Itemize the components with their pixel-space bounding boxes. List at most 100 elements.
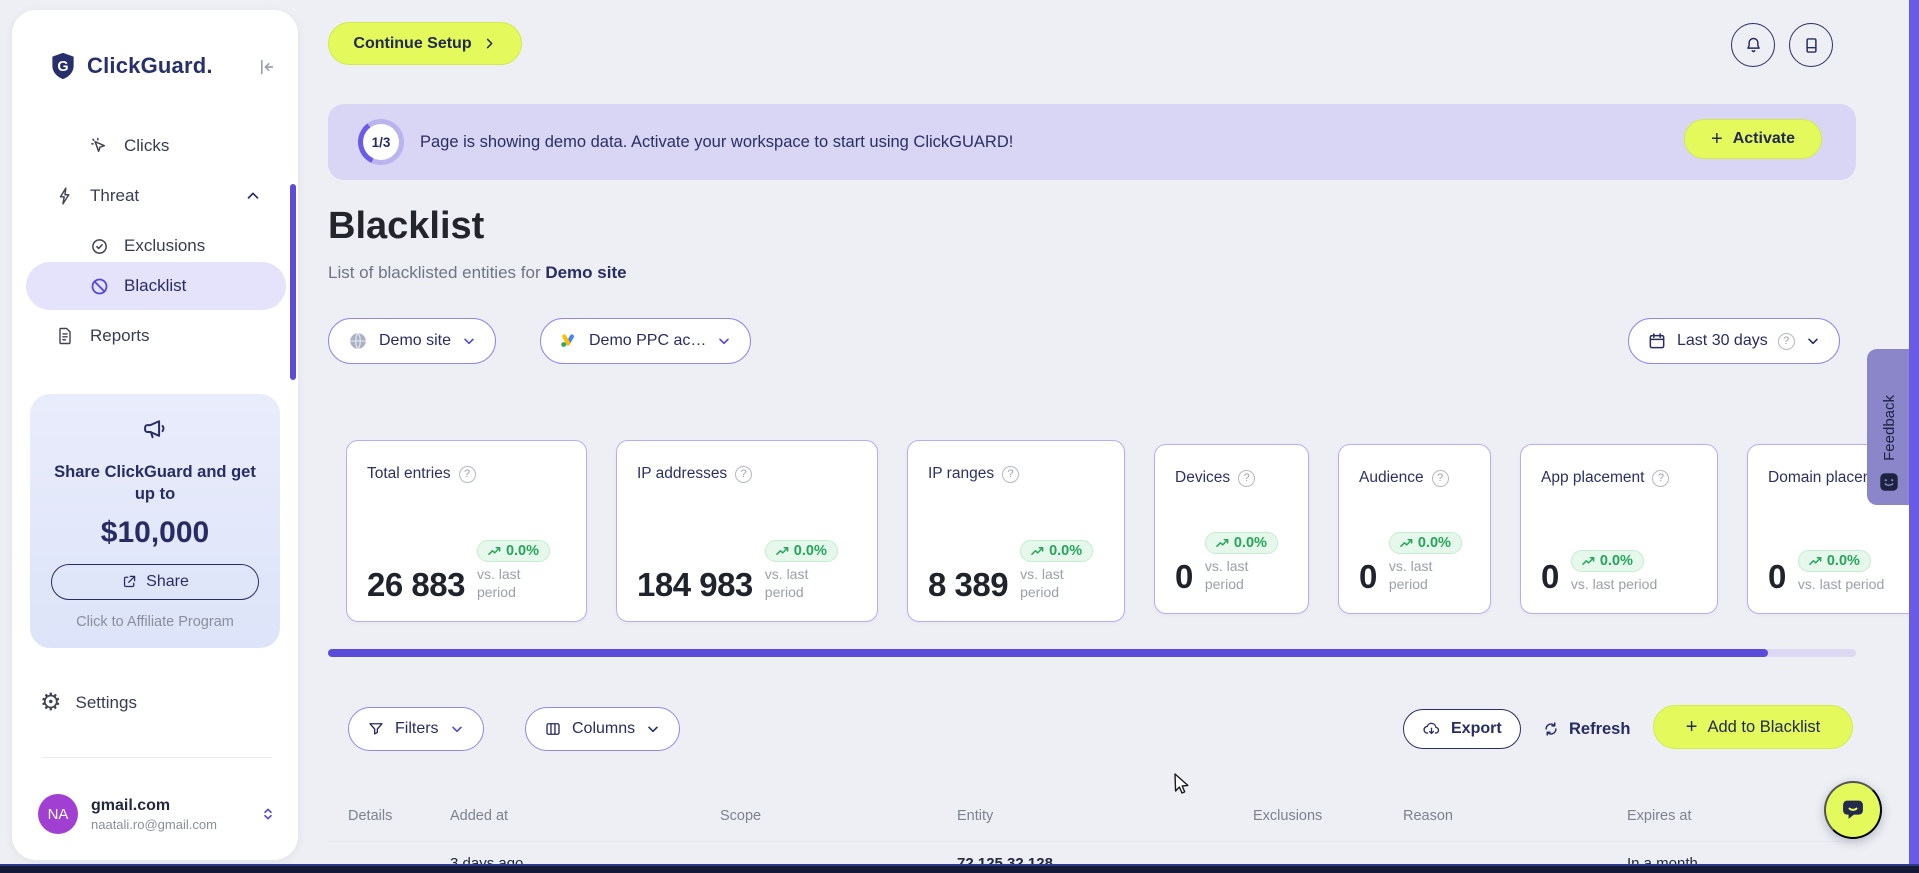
share-button-label: Share <box>146 572 189 590</box>
stat-card-value: 0 <box>1359 558 1377 595</box>
sidebar: G ClickGuard. Clicks Threat Exclusions B… <box>12 10 298 860</box>
share-button[interactable]: Share <box>51 563 259 600</box>
column-header-exclusions[interactable]: Exclusions <box>1253 808 1322 824</box>
activate-label: Activate <box>1732 130 1795 147</box>
sidebar-item-clicks[interactable]: Clicks <box>26 122 286 170</box>
refresh-icon <box>1542 720 1560 738</box>
table-header-divider <box>328 841 1856 842</box>
chevron-up-icon[interactable] <box>244 187 262 205</box>
column-header-scope[interactable]: Scope <box>720 808 761 824</box>
column-header-details[interactable]: Details <box>348 808 392 824</box>
demo-data-banner: 1/3 Page is showing demo data. Activate … <box>328 104 1856 180</box>
promo-amount: $10,000 <box>100 515 210 549</box>
account-name: gmail.com <box>91 796 171 814</box>
cards-scrollbar-thumb[interactable] <box>328 649 1768 657</box>
stat-card-change: 0.0% <box>1233 534 1267 551</box>
stat-card-total-entries: Total entries? 26 883 0.0% vs. last peri… <box>346 440 587 622</box>
app-root: G ClickGuard. Clicks Threat Exclusions B… <box>0 0 1919 873</box>
sidebar-collapse-icon[interactable] <box>254 56 276 78</box>
svg-text:G: G <box>57 59 68 75</box>
sidebar-item-label: Reports <box>90 326 150 345</box>
add-to-blacklist-button[interactable]: + Add to Blacklist <box>1653 705 1853 749</box>
export-button[interactable]: Export <box>1403 709 1521 749</box>
sidebar-item-settings[interactable]: ⚙ Settings <box>40 691 137 715</box>
continue-setup-label: Continue Setup <box>353 34 472 52</box>
sidebar-divider <box>42 757 272 758</box>
notifications-button[interactable] <box>1731 23 1775 67</box>
column-header-added-at[interactable]: Added at <box>450 808 508 824</box>
help-icon[interactable]: ? <box>735 465 753 483</box>
plus-icon: + <box>1711 127 1723 150</box>
help-icon[interactable]: ? <box>1652 469 1670 487</box>
sidebar-item-blacklist[interactable]: Blacklist <box>26 262 286 310</box>
page-title: Blacklist <box>328 205 485 247</box>
chat-launcher-button[interactable] <box>1824 781 1882 839</box>
gear-icon: ⚙ <box>40 689 62 716</box>
refresh-button[interactable]: Refresh <box>1542 709 1630 749</box>
stat-card-change: 0.0% <box>1599 552 1633 569</box>
stat-card-value: 184 983 <box>637 566 753 603</box>
column-header-entity[interactable]: Entity <box>957 808 993 824</box>
sidebar-item-reports[interactable]: Reports <box>26 312 286 360</box>
sidebar-item-label: Blacklist <box>124 276 187 295</box>
continue-setup-button[interactable]: Continue Setup <box>328 22 522 65</box>
column-header-reason[interactable]: Reason <box>1403 808 1453 824</box>
filters-dropdown[interactable]: Filters <box>348 707 484 751</box>
chevron-down-icon <box>1805 333 1821 349</box>
help-icon[interactable]: ? <box>458 465 476 483</box>
stat-card-value: 0 <box>1541 558 1559 595</box>
book-icon <box>1801 35 1822 56</box>
stat-card-label: App placement <box>1541 469 1645 486</box>
cloud-download-icon <box>1422 720 1441 739</box>
date-range-selector[interactable]: Last 30 days ? <box>1628 318 1840 364</box>
sidebar-item-threat[interactable]: Threat <box>26 172 286 220</box>
stat-card-label: IP ranges <box>928 465 995 482</box>
sidebar-scrollbar[interactable] <box>290 184 296 380</box>
help-icon[interactable]: ? <box>1777 332 1795 350</box>
ppc-account-selector[interactable]: Demo PPC ac… <box>540 318 752 364</box>
site-selector[interactable]: Demo site <box>328 318 497 364</box>
help-icon[interactable]: ? <box>1431 469 1449 487</box>
mouse-cursor <box>1171 772 1193 796</box>
chat-bubble-icon <box>1839 796 1867 824</box>
stat-card-vs: vs. last period <box>1570 575 1658 592</box>
bottom-window-edge <box>0 864 1919 873</box>
activate-button[interactable]: + Activate <box>1684 119 1822 159</box>
columns-dropdown[interactable]: Columns <box>525 707 681 751</box>
stat-card-vs: vs. last period <box>1020 565 1064 600</box>
stat-card-label: IP addresses <box>637 465 728 482</box>
trend-up-icon <box>1809 556 1822 565</box>
trend-up-icon <box>775 546 789 555</box>
affiliate-link[interactable]: Click to Affiliate Program <box>46 614 264 630</box>
logo-text: ClickGuard. <box>87 53 213 78</box>
chevron-down-icon <box>461 333 477 349</box>
clickguard-logo[interactable]: G ClickGuard. <box>48 50 213 82</box>
help-icon[interactable]: ? <box>1238 469 1256 487</box>
account-switcher[interactable]: NA gmail.com naatali.ro@gmail.com <box>38 788 284 840</box>
columns-icon <box>544 720 562 738</box>
column-header-expires-at[interactable]: Expires at <box>1627 808 1691 824</box>
cursor-click-icon <box>88 136 110 157</box>
stat-card-label: Devices <box>1175 469 1231 486</box>
promo-title: Share ClickGuard and get up to <box>54 463 256 504</box>
megaphone-icon <box>141 416 169 444</box>
stat-card-label: Audience <box>1359 469 1424 486</box>
shield-logo-icon: G <box>48 50 78 82</box>
stat-card-app-placement: App placement? 0 0.0% vs. last period <box>1520 444 1718 614</box>
settings-label: Settings <box>75 693 137 712</box>
stat-card-change: 0.0% <box>1049 542 1083 559</box>
page-subtitle-site: Demo site <box>545 263 627 282</box>
feedback-tab[interactable]: Feedback <box>1867 349 1911 505</box>
page-scrollbar[interactable] <box>1909 0 1919 873</box>
stat-card-change: 0.0% <box>1417 534 1451 551</box>
add-to-blacklist-label: Add to Blacklist <box>1707 717 1821 736</box>
blacklist-table: Details Added at Scope Entity Exclusions… <box>328 800 1856 873</box>
stat-card-value: 0 <box>1768 558 1786 595</box>
chevron-down-icon <box>645 721 661 737</box>
stat-card-audience: Audience? 0 0.0% vs. last period <box>1338 444 1491 614</box>
stat-card-vs: vs. last period <box>1204 557 1249 592</box>
help-icon[interactable]: ? <box>1002 465 1020 483</box>
chevron-down-icon <box>449 721 465 737</box>
docs-button[interactable] <box>1789 23 1833 67</box>
avatar: NA <box>38 794 78 834</box>
